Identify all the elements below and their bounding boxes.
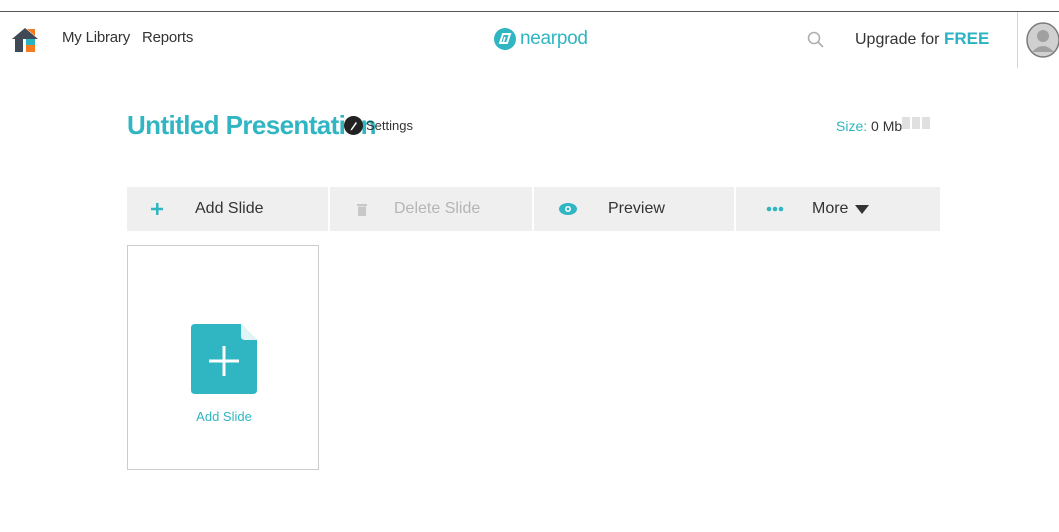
nearpod-logo-icon <box>494 28 516 50</box>
upgrade-link[interactable]: Upgrade for FREE <box>855 29 989 49</box>
size-value: 0 Mb <box>871 118 903 134</box>
add-slide-label: Add Slide <box>195 200 264 217</box>
size-meter <box>902 117 930 129</box>
nav-my-library[interactable]: My Library <box>62 29 130 46</box>
add-slide-icon <box>191 324 257 394</box>
eye-icon <box>559 203 577 215</box>
top-navbar: My Library Reports nearpod Upgrade for F… <box>0 12 1059 68</box>
size-indicator: Size: 0 Mb <box>836 118 902 134</box>
presentation-title[interactable]: Untitled Presentation <box>127 110 376 141</box>
add-slide-button[interactable]: Add Slide <box>151 187 264 231</box>
caret-down-icon <box>855 204 870 214</box>
nav-reports[interactable]: Reports <box>142 29 193 46</box>
upgrade-free: FREE <box>943 29 990 48</box>
plus-icon <box>151 203 163 215</box>
dots-icon <box>766 206 784 212</box>
logo-text: nearpod <box>520 28 588 49</box>
pencil-icon <box>344 116 363 135</box>
size-meter-bar <box>902 117 910 129</box>
trash-icon <box>357 203 367 216</box>
toolbar-divider <box>734 187 736 231</box>
settings-button[interactable] <box>344 116 363 135</box>
home-icon <box>12 28 38 52</box>
nearpod-logo[interactable]: nearpod <box>494 26 588 52</box>
home-button[interactable] <box>11 26 39 54</box>
delete-slide-label: Delete Slide <box>394 200 481 217</box>
user-avatar[interactable] <box>1026 22 1059 58</box>
toolbar-divider <box>532 187 534 231</box>
size-meter-bar <box>922 117 930 129</box>
upgrade-prefix: Upgrade for <box>855 31 940 48</box>
add-slide-card[interactable]: Add Slide <box>127 245 319 470</box>
slide-toolbar: Add Slide Delete Slide Preview More <box>127 187 940 231</box>
search-button[interactable] <box>807 31 825 49</box>
size-meter-bar <box>912 117 920 129</box>
delete-slide-button[interactable]: Delete Slide <box>357 187 480 231</box>
add-slide-card-label: Add Slide <box>196 409 252 424</box>
more-button[interactable]: More <box>766 187 870 231</box>
preview-button[interactable]: Preview <box>559 187 665 231</box>
toolbar-divider <box>328 187 330 231</box>
size-label: Size: <box>836 118 868 134</box>
search-icon <box>807 31 824 48</box>
navbar-divider <box>1017 12 1018 68</box>
settings-link[interactable]: Settings <box>366 118 413 133</box>
preview-label: Preview <box>608 200 665 217</box>
avatar-icon <box>1026 22 1059 58</box>
more-label: More <box>812 200 849 217</box>
